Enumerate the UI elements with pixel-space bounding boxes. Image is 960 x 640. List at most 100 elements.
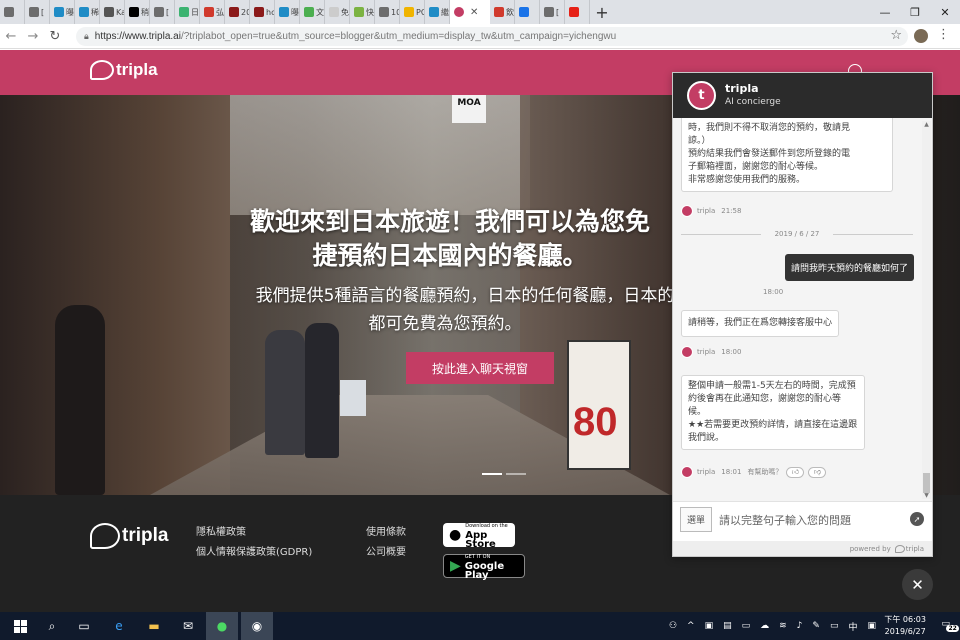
footer-links-col1: 隱私權政策 個人情報保護政策(GDPR): [196, 523, 312, 563]
ime-indicator[interactable]: 中: [848, 620, 857, 633]
browser-tab[interactable]: hc: [250, 0, 275, 24]
browser-tab[interactable]: [: [150, 0, 175, 24]
scroll-down-icon[interactable]: ▼: [922, 492, 931, 499]
bookmark-star-icon[interactable]: ☆: [890, 28, 902, 43]
tab-favicon-icon: [54, 7, 64, 17]
browser-tab[interactable]: 20: [225, 0, 250, 24]
forward-icon[interactable]: →: [22, 29, 44, 44]
close-window-icon[interactable]: ✕: [930, 0, 960, 24]
edge-icon[interactable]: e: [103, 612, 135, 640]
browser-tab[interactable]: 飲: [490, 0, 515, 24]
window-controls: — ❐ ✕: [870, 0, 960, 24]
terms-link[interactable]: 使用條款: [366, 523, 406, 543]
tab-favicon-icon: [179, 7, 189, 17]
user-message: 請問我昨天預約的餐廳如何了: [784, 254, 914, 281]
browser-tab[interactable]: 稍: [125, 0, 150, 24]
back-icon[interactable]: ←: [0, 29, 22, 44]
battery-icon[interactable]: ▭: [742, 621, 751, 631]
search-icon[interactable]: ⌕: [36, 612, 68, 640]
chat-menu-button[interactable]: 選單: [680, 507, 712, 532]
task-view-icon[interactable]: ▭: [68, 612, 100, 640]
shopping-bag: [340, 380, 366, 416]
date-separator: 2019 / 6 / 27: [681, 230, 913, 238]
url-field[interactable]: 🔒︎ https://www.tripla.ai/?triplabot_open…: [76, 27, 908, 46]
tab-active-tripla[interactable]: ✕: [450, 0, 490, 24]
close-chat-button[interactable]: ✕: [902, 569, 933, 600]
app-store-badge[interactable]: ● Download on the App Store: [443, 523, 515, 549]
privacy-policy-link[interactable]: 隱私權政策: [196, 523, 312, 543]
thumbs-down-icon[interactable]: 👎︎: [808, 466, 827, 478]
thumbs-up-icon[interactable]: 👍︎: [786, 466, 805, 478]
reload-icon[interactable]: ↻: [44, 29, 66, 44]
line-app-icon[interactable]: ●: [206, 612, 238, 640]
google-play-badge[interactable]: ▶ GET IT ON Google Play: [443, 554, 525, 580]
tab-list: [曝 稀 Ka 稍 [日 弘 20 hc 曝 文 免 快 10 PC 繼: [0, 0, 450, 24]
network-icon[interactable]: ☁: [760, 621, 769, 631]
message-meta: tripla 18:00: [681, 346, 741, 358]
show-hidden-icons[interactable]: ^: [687, 621, 695, 631]
browser-tab[interactable]: [: [540, 0, 565, 24]
browser-tab[interactable]: 弘: [200, 0, 225, 24]
site-logo[interactable]: tripla: [90, 60, 158, 80]
browser-tab[interactable]: [515, 0, 540, 24]
browser-tab[interactable]: 日: [175, 0, 200, 24]
browser-tab[interactable]: 10: [375, 0, 400, 24]
browser-tab[interactable]: 曝: [275, 0, 300, 24]
bot-mini-avatar: [681, 466, 693, 478]
profile-avatar[interactable]: [914, 29, 928, 43]
keyboard-icon[interactable]: ▭: [830, 621, 839, 631]
browser-tab[interactable]: 免: [325, 0, 350, 24]
close-tab-icon[interactable]: ✕: [470, 7, 478, 18]
pedestrian: [305, 323, 339, 458]
bot-message: 請稍等，我們正在爲您轉接客服中心: [681, 310, 840, 337]
browser-tab[interactable]: 快: [350, 0, 375, 24]
browser-tab[interactable]: [: [25, 0, 50, 24]
chat-scrollbar[interactable]: ▲ ▼: [922, 121, 931, 499]
logo-text: tripla: [122, 525, 169, 546]
chrome-icon[interactable]: ◉: [241, 612, 273, 640]
browser-tabstrip: [曝稀Ka稍[日弘20hc曝文免快10PC繼 ✕ 飲[ + — ❐ ✕: [0, 0, 960, 24]
minimize-icon[interactable]: —: [870, 0, 900, 24]
browser-tab[interactable]: PC: [400, 0, 425, 24]
carousel-dot[interactable]: [482, 473, 502, 475]
gdpr-link[interactable]: 個人情報保護政策(GDPR): [196, 543, 312, 563]
system-clock[interactable]: 下午 06:03 2019/6/27: [884, 614, 926, 638]
tab-favicon-icon: [569, 7, 579, 17]
tray-app-icon[interactable]: ▤: [723, 621, 732, 631]
wifi-icon[interactable]: ≋: [779, 621, 787, 631]
open-chat-button[interactable]: 按此進入聊天視窗: [406, 352, 554, 384]
tripla-favicon-icon: [454, 7, 464, 17]
new-tab-button[interactable]: +: [590, 0, 614, 24]
browser-tab[interactable]: [565, 0, 590, 24]
carousel-dot[interactable]: [506, 473, 526, 475]
url-path: /?triplabot_open=true&utm_source=blogger…: [180, 31, 617, 42]
ime-mode-icon[interactable]: ▣: [867, 621, 876, 631]
company-link[interactable]: 公司概要: [366, 543, 406, 563]
volume-icon[interactable]: ♪: [797, 621, 803, 631]
browser-tab[interactable]: 曝: [50, 0, 75, 24]
browser-tab[interactable]: 稀: [75, 0, 100, 24]
restore-icon[interactable]: ❐: [900, 0, 930, 24]
scrollbar-thumb[interactable]: [923, 473, 930, 493]
tab-title: 免: [341, 7, 349, 17]
browser-tab[interactable]: 文: [300, 0, 325, 24]
tab-title: 曝: [291, 7, 299, 17]
tray-app-icon[interactable]: ▣: [705, 621, 714, 631]
footer-logo[interactable]: tripla: [90, 523, 168, 549]
message-input[interactable]: [719, 511, 889, 529]
scroll-up-icon[interactable]: ▲: [922, 121, 931, 128]
file-explorer-icon[interactable]: ▬: [138, 612, 170, 640]
browser-menu-icon[interactable]: ⋮: [937, 27, 950, 42]
tab-title: 日: [191, 7, 199, 17]
send-icon[interactable]: ➚: [910, 512, 924, 526]
pen-icon[interactable]: ✎: [812, 621, 820, 631]
browser-tab[interactable]: [0, 0, 25, 24]
notification-icon[interactable]: ▭ 22: [941, 619, 959, 632]
tab-favicon-icon: [544, 7, 554, 17]
people-icon[interactable]: ⚇: [669, 621, 677, 631]
message-time: 18:00: [721, 348, 742, 356]
start-button[interactable]: [4, 612, 36, 640]
browser-tab[interactable]: Ka: [100, 0, 125, 24]
mail-icon[interactable]: ✉: [172, 612, 204, 640]
browser-tab[interactable]: 繼: [425, 0, 450, 24]
